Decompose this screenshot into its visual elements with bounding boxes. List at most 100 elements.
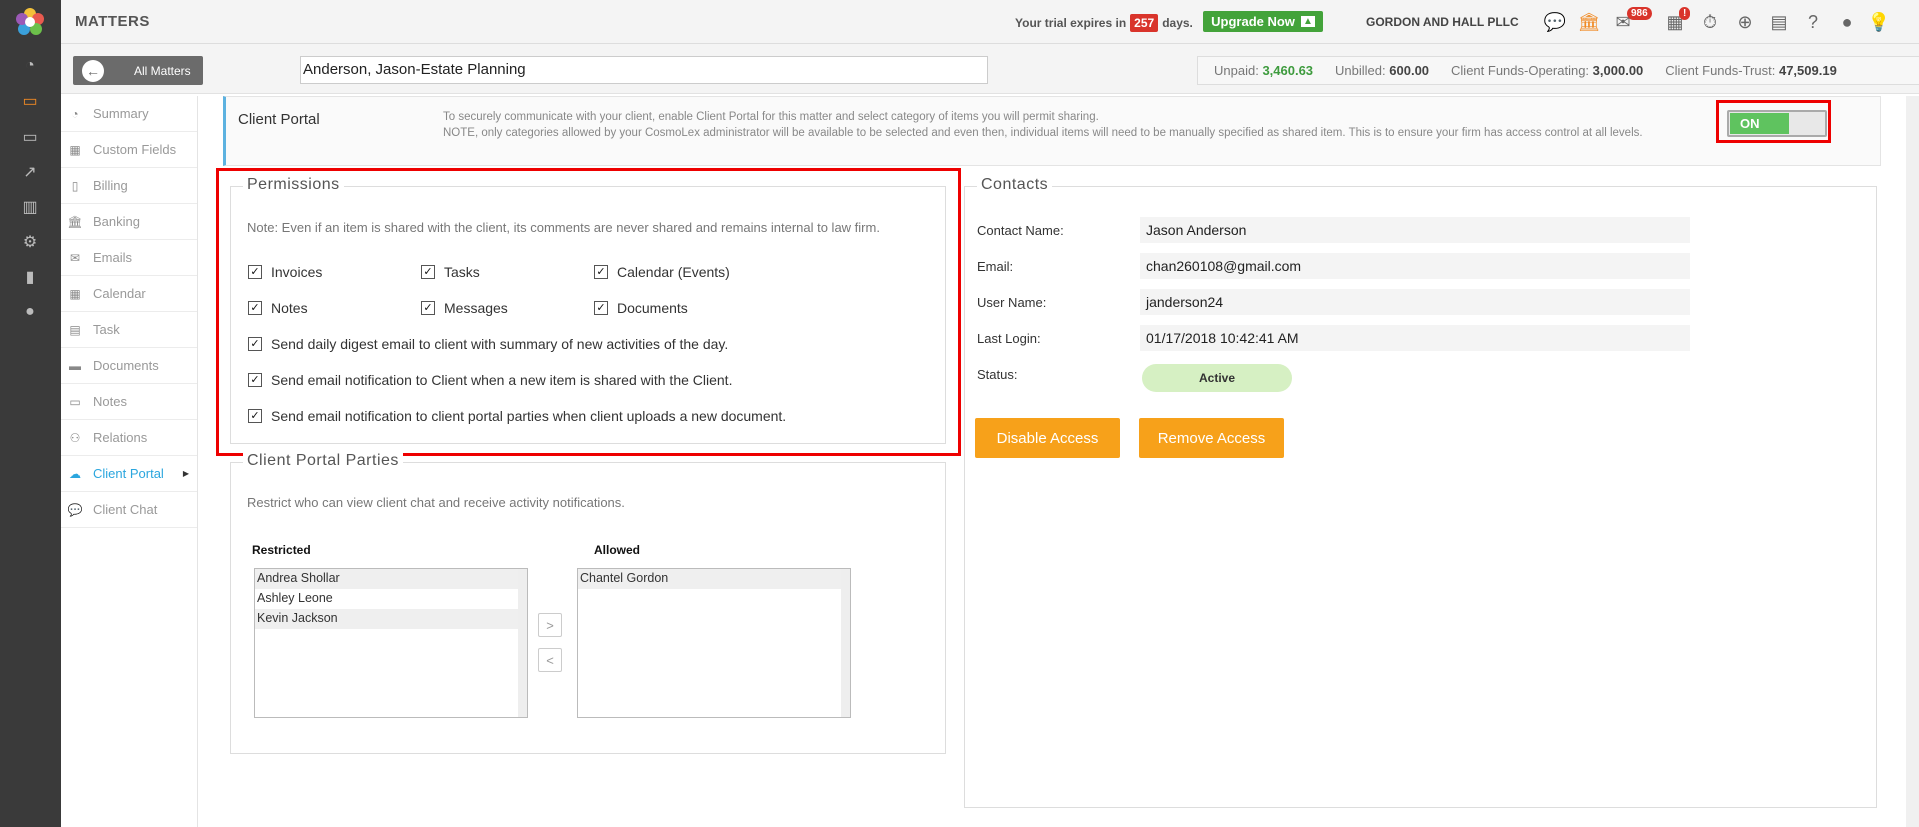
cloud-users-icon: ☁ <box>69 466 81 481</box>
email-value: chan260108@gmail.com <box>1140 253 1690 279</box>
gears-icon[interactable]: ⚙ <box>19 231 41 253</box>
sidebar-item-label: Emails <box>93 250 133 265</box>
move-right-button[interactable]: > <box>538 613 562 637</box>
list-item[interactable]: Chantel Gordon <box>578 569 850 589</box>
chart-line-icon[interactable]: ↗ <box>19 161 41 183</box>
chat-icon: 💬 <box>67 502 83 517</box>
bank-icon[interactable]: 🏛 <box>1577 11 1601 33</box>
disable-access-button[interactable]: Disable Access <box>975 418 1120 458</box>
unpaid-summary: Unpaid: 3,460.63 <box>1214 63 1313 78</box>
contact-name-value: Jason Anderson <box>1140 217 1690 243</box>
lightbulb-icon[interactable]: 💡 <box>1867 11 1891 33</box>
sidebar-item-banking[interactable]: 🏛 Banking <box>61 204 197 240</box>
calendar-icon: ▦ <box>69 286 81 301</box>
description-line-2: NOTE, only categories allowed by your Co… <box>443 127 1643 139</box>
grid-icon: ▦ <box>69 142 81 157</box>
help-icon[interactable]: ? <box>1801 11 1825 33</box>
sidebar-item-task[interactable]: ▤ Task <box>61 312 197 348</box>
unbilled-label: Unbilled: <box>1335 63 1386 78</box>
permissions-highlight <box>216 168 961 456</box>
restricted-heading: Restricted <box>252 543 311 557</box>
sidebar-item-emails[interactable]: ✉ Emails <box>61 240 197 276</box>
all-matters-button[interactable]: ← All Matters <box>73 56 203 85</box>
film-icon[interactable]: ▤ <box>1767 11 1791 33</box>
app-logo-icon[interactable] <box>14 6 46 38</box>
sidebar-item-label: Custom Fields <box>93 142 177 157</box>
client-portal-header: Client Portal To securely communicate wi… <box>223 96 1881 166</box>
contacts-panel: Contacts Contact Name: Email: User Name:… <box>964 176 1877 808</box>
user-name-label: User Name: <box>977 295 1047 310</box>
move-left-button[interactable]: < <box>538 648 562 672</box>
matter-name-field[interactable]: Anderson, Jason-Estate Planning <box>300 56 988 84</box>
arrow-left-icon: ← <box>82 59 104 82</box>
matter-side-nav: ◔ Summary ▦ Custom Fields ▯ Billing 🏛 Bankin… <box>61 96 198 827</box>
list-scrollbar[interactable] <box>841 569 850 717</box>
dashboard-icon[interactable]: ◔ <box>19 55 41 77</box>
operating-summary: Client Funds-Operating: 3,000.00 <box>1451 63 1643 78</box>
laptop-icon[interactable]: ▭ <box>19 126 41 148</box>
all-matters-label: All Matters <box>134 63 191 78</box>
contact-name-label: Contact Name: <box>977 223 1064 238</box>
sidebar-item-client-chat[interactable]: 💬 Client Chat <box>61 492 197 528</box>
sidebar-item-billing[interactable]: ▯ Billing <box>61 168 197 204</box>
sidebar-item-client-portal[interactable]: ☁ Client Portal ▶ <box>61 456 197 492</box>
client-portal-parties-panel: Client Portal Parties Restrict who can v… <box>230 452 946 754</box>
sidebar-item-label: Calendar <box>93 286 146 301</box>
matters-folder-icon[interactable]: ▭ <box>19 90 41 112</box>
client-portal-description: To securely communicate with your client… <box>443 109 1653 141</box>
firm-name[interactable]: GORDON AND HALL PLLC <box>1366 15 1519 29</box>
sidebar-item-label: Relations <box>93 430 148 445</box>
file-icon: ▯ <box>71 178 79 193</box>
toggle-on-label: ON <box>1730 113 1789 134</box>
sidebar-item-summary[interactable]: ◔ Summary <box>61 96 197 132</box>
upgrade-now-button[interactable]: Upgrade Now ▲ <box>1203 11 1323 32</box>
contacts-legend: Contacts <box>977 176 1053 194</box>
trial-suffix: days. <box>1162 16 1193 30</box>
page-title: MATTERS <box>75 13 150 30</box>
unbilled-summary: Unbilled: 600.00 <box>1335 63 1429 78</box>
list-item[interactable]: Andrea Shollar <box>255 569 527 589</box>
relations-icon: ⚇ <box>69 430 81 445</box>
plus-circle-icon[interactable]: ⊕ <box>1733 11 1757 33</box>
client-portal-title: Client Portal <box>238 111 320 128</box>
restricted-list[interactable]: Andrea Shollar Ashley Leone Kevin Jackso… <box>254 568 528 718</box>
folder-icon: ▬ <box>69 358 81 373</box>
user-name-value: janderson24 <box>1140 289 1690 315</box>
unpaid-label: Unpaid: <box>1214 63 1259 78</box>
note-icon: ▭ <box>69 394 81 409</box>
sidebar-item-calendar[interactable]: ▦ Calendar <box>61 276 197 312</box>
sidebar-item-label: Banking <box>93 214 140 229</box>
last-login-label: Last Login: <box>977 331 1041 346</box>
sidebar-item-custom-fields[interactable]: ▦ Custom Fields <box>61 132 197 168</box>
upgrade-label: Upgrade Now <box>1211 14 1295 29</box>
trust-label: Client Funds-Trust: <box>1665 63 1776 78</box>
client-portal-toggle[interactable]: ON <box>1727 110 1827 137</box>
sidebar-item-documents[interactable]: ▬ Documents <box>61 348 197 384</box>
chat-bubble-icon[interactable]: 💬 <box>1543 11 1567 33</box>
unpaid-value: 3,460.63 <box>1262 63 1314 78</box>
allowed-heading: Allowed <box>594 543 641 557</box>
user-icon[interactable]: ● <box>19 301 41 323</box>
stopwatch-icon[interactable]: ⏱ <box>1698 11 1722 33</box>
sidebar-item-notes[interactable]: ▭ Notes <box>61 384 197 420</box>
sidebar-item-relations[interactable]: ⚇ Relations <box>61 420 197 456</box>
book-icon[interactable]: ▥ <box>19 196 41 218</box>
parties-legend: Client Portal Parties <box>243 452 403 470</box>
list-item[interactable]: Kevin Jackson <box>255 609 527 629</box>
sidebar-item-label: Notes <box>93 394 127 409</box>
left-icon-bar: ◔ ▭ ▭ ↗ ▥ ⚙ ▮ ● <box>0 0 61 827</box>
bar-chart-icon[interactable]: ▮ <box>19 266 41 288</box>
page-scrollbar[interactable] <box>1906 96 1919 827</box>
arrow-up-icon: ▲ <box>1300 16 1315 27</box>
list-item[interactable]: Ashley Leone <box>255 589 527 609</box>
trial-notice: Your trial expires in 257 days. <box>1015 14 1193 32</box>
status-label: Status: <box>977 367 1018 382</box>
allowed-list[interactable]: Chantel Gordon <box>577 568 851 718</box>
user-account-icon[interactable]: ● <box>1835 11 1859 33</box>
remove-access-button[interactable]: Remove Access <box>1139 418 1284 458</box>
gauge-icon: ◔ <box>71 106 79 121</box>
description-line-1: To securely communicate with your client… <box>443 111 1099 123</box>
sidebar-item-label: Client Chat <box>93 502 158 517</box>
bank-icon: 🏛 <box>67 214 83 229</box>
list-scrollbar[interactable] <box>518 569 527 717</box>
